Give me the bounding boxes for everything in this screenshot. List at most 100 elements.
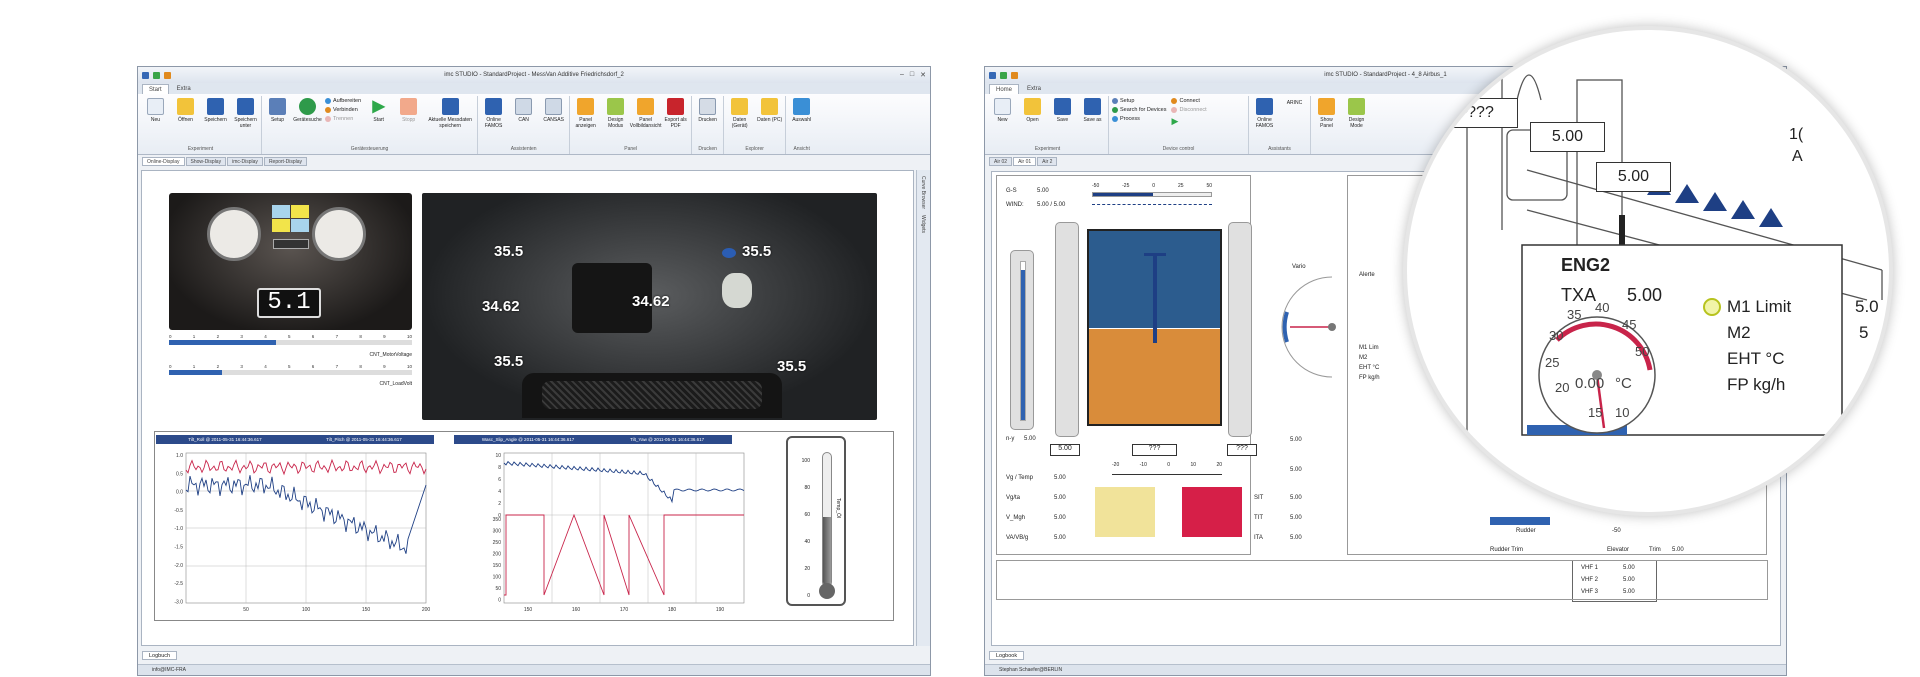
bar-indicator-1: 0 1 2 3 4 5 6 7 8 9 10 CNT_MotorVoltage — [169, 334, 412, 362]
fullscreen-panel-button[interactable]: Panel Vollbildansicht — [630, 96, 661, 129]
tab-air-01[interactable]: Air 01 — [1013, 157, 1037, 166]
open-button[interactable]: Öffnen — [173, 96, 198, 123]
save-current-data-button[interactable]: Aktuelle Messdaten speichern — [426, 96, 474, 129]
gauge-tick: 40 — [1595, 300, 1610, 315]
bar-ticks: 0 1 2 3 4 5 6 7 8 9 10 — [169, 364, 412, 369]
new-button[interactable]: Neu — [143, 96, 168, 123]
app-icon[interactable] — [989, 71, 996, 79]
tab-start[interactable]: Start — [142, 84, 169, 94]
gauge-unit: °C — [1615, 375, 1632, 392]
device-search-button[interactable]: Gerätesuche — [293, 96, 322, 123]
data-device-button[interactable]: Daten (Gerät) — [727, 96, 752, 129]
setup-button[interactable]: Setup — [265, 96, 290, 123]
connect-button[interactable]: Verbinden — [325, 107, 361, 113]
quick-save-icon[interactable] — [153, 71, 160, 79]
save-as-button[interactable]: Speichern unter — [233, 96, 258, 129]
arinc-button[interactable]: ARINC — [1282, 96, 1307, 106]
close-icon[interactable]: ✕ — [920, 71, 926, 79]
bar-fill — [169, 370, 223, 375]
quick-undo-icon[interactable] — [1011, 71, 1018, 79]
temp-value: 34.62 — [632, 293, 670, 310]
plot1-y-ticks: 1.0 0.5 0.0 -0.5 -1.0 -1.5 -2.0 -2.5 -3.0 — [174, 453, 183, 605]
maximize-icon[interactable]: □ — [910, 71, 914, 79]
online-famos-button[interactable]: Online FAMOS — [1252, 96, 1277, 129]
gauge-tick: 45 — [1622, 317, 1637, 332]
design-mode-button[interactable]: Design Modus — [603, 96, 628, 129]
search-devices-button[interactable]: Search for Devices — [1112, 107, 1166, 113]
status-bar: Stephan Schaefer@BERLIN — [985, 664, 1786, 675]
quick-undo-icon[interactable] — [164, 71, 171, 79]
disconnect-button[interactable]: Disconnect — [1171, 107, 1207, 113]
axis-tick-label: -1.5 — [174, 545, 183, 551]
minimize-icon[interactable]: – — [900, 71, 904, 79]
setup-button[interactable]: Setup — [1112, 98, 1166, 104]
process-button[interactable]: Process — [1112, 116, 1166, 122]
axis-tick-label: 250 — [493, 540, 502, 546]
tab-imc-display[interactable]: imc-Display — [227, 157, 263, 166]
axis-tick-label: 200 — [422, 607, 431, 613]
value: 5.00 — [1290, 495, 1302, 501]
can-button[interactable]: CAN — [511, 96, 536, 123]
disconnect-icon — [1171, 107, 1178, 113]
tab-home[interactable]: Home — [989, 84, 1020, 94]
label: n-y — [1006, 436, 1015, 442]
online-famos-button[interactable]: Online FAMOS — [481, 96, 506, 129]
tab-air-2[interactable]: Air 2 — [1037, 157, 1058, 166]
print-button[interactable]: Drucken — [695, 96, 720, 123]
value: 5.00 / 5.00 — [1037, 202, 1066, 208]
label: V_Mgh — [1006, 515, 1026, 521]
gauge-tick: 25 — [1545, 355, 1560, 370]
open-button[interactable]: Open — [1020, 96, 1045, 123]
show-panel-button[interactable]: Show Panel — [1314, 96, 1339, 129]
selection-button[interactable]: Auswahl — [789, 96, 814, 123]
coolant-tank — [722, 273, 752, 308]
connect-button[interactable]: Connect — [1171, 98, 1206, 104]
legend-label: M2 — [1727, 323, 1751, 342]
tab-air-02[interactable]: Air 02 — [989, 157, 1013, 166]
design-mode-button[interactable]: Design Mode — [1344, 96, 1369, 129]
logbook-tab[interactable]: Logbook — [989, 651, 1025, 660]
axis-tick-label: 150 — [524, 607, 533, 613]
app-icon[interactable] — [142, 71, 149, 79]
axis-tick-label: 300 — [493, 529, 502, 535]
grille — [522, 373, 782, 418]
cansas-button[interactable]: CANSAS — [541, 96, 566, 123]
start-button[interactable]: ▶ — [1171, 116, 1206, 127]
group-label: Assistenten — [510, 146, 537, 152]
txa-label: TXA — [1561, 285, 1597, 305]
logbook-tab[interactable]: Logbuch — [142, 651, 178, 660]
curve-browser-tab[interactable]: Curve Browser — [920, 176, 926, 209]
group-label: Drucken — [698, 146, 717, 152]
show-panel-button[interactable]: Panel anzeigen — [573, 96, 598, 129]
tab-extra[interactable]: Extra — [1021, 84, 1047, 94]
new-button[interactable]: New — [990, 96, 1015, 123]
stop-button[interactable]: Stopp — [396, 96, 421, 123]
tab-show-display[interactable]: Show-Display — [185, 157, 227, 166]
save-button[interactable]: Save — [1050, 96, 1075, 123]
tab-online-display[interactable]: Online-Display — [142, 157, 185, 166]
group-label: Gerätesteuerung — [350, 146, 389, 152]
widgets-tab[interactable]: Widgets — [920, 215, 926, 233]
legend-value: 5.0 — [1855, 297, 1879, 316]
value: 5.00 — [1290, 437, 1302, 443]
thermo-ticks: 100 80 60 40 20 0 — [801, 458, 810, 599]
connect-icon — [325, 107, 331, 113]
pitch-marker — [1153, 253, 1157, 343]
panel-icon — [577, 98, 595, 115]
tab-extra[interactable]: Extra — [171, 84, 197, 94]
data-pc-button[interactable]: Daten (PC) — [757, 96, 782, 123]
gauge-value: 0.00 — [1575, 375, 1605, 392]
quick-save-icon[interactable] — [1000, 71, 1007, 79]
group-assistants: Online FAMOS CAN CANSAS Assistenten — [478, 96, 571, 154]
new-document-icon — [994, 98, 1011, 115]
start-button[interactable]: ▶ Start — [366, 96, 391, 123]
export-pdf-button[interactable]: Export als PDF — [663, 96, 688, 129]
save-button[interactable]: Speichern — [203, 96, 228, 123]
save-as-button[interactable]: Save as — [1080, 96, 1105, 123]
label: EHT °C — [1359, 365, 1380, 371]
prepare-button[interactable]: Aufbereiten — [325, 98, 361, 104]
folder-pc-icon — [761, 98, 779, 115]
tab-report-display[interactable]: Report-Display — [263, 157, 308, 166]
floppy-icon — [1054, 98, 1071, 115]
disconnect-button[interactable]: Trennen — [325, 116, 361, 122]
